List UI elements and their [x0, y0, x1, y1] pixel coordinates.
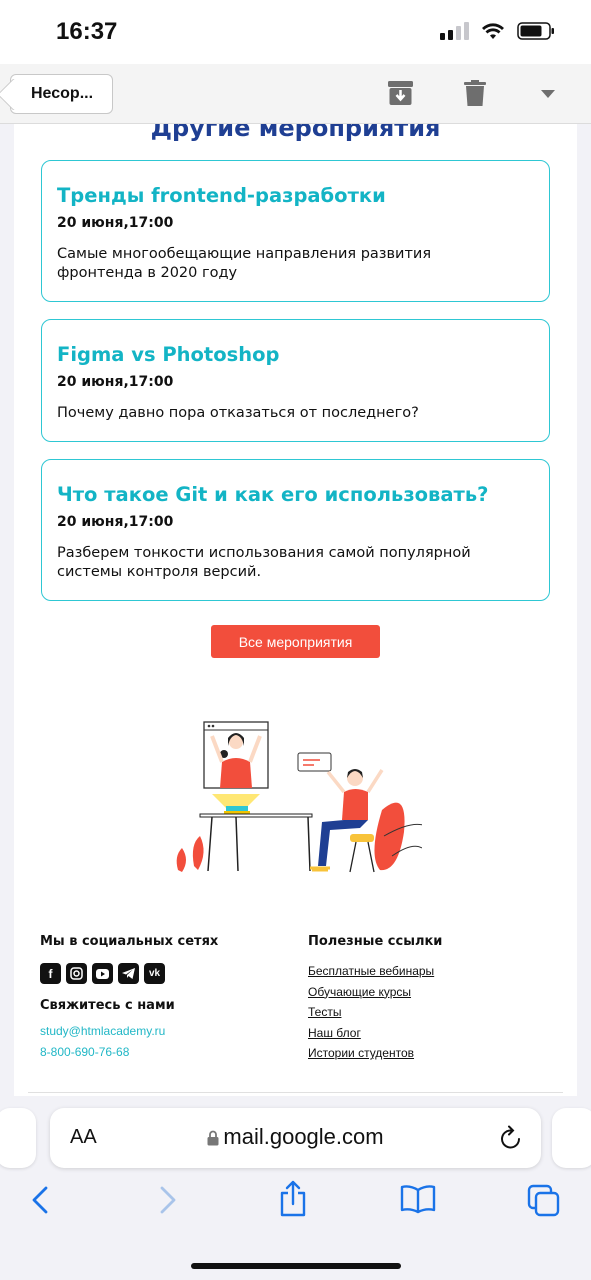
telegram-icon[interactable] [118, 963, 139, 984]
footer-social: Мы в социальных сетях f vk Свяжитесь с н… [40, 934, 218, 1063]
footer-link[interactable]: Бесплатные вебинары [308, 961, 442, 982]
home-indicator [191, 1263, 401, 1269]
email-body: Другие мероприятия Тренды frontend-разра… [14, 124, 577, 1096]
trash-icon[interactable] [464, 80, 486, 107]
back-arrow-icon[interactable] [30, 1184, 50, 1216]
contact-email-link[interactable]: study@htmlacademy.ru [40, 1021, 218, 1042]
section-title: Другие мероприятия [150, 124, 441, 142]
dropdown-icon[interactable] [541, 90, 555, 99]
event-description: Самые многообещающие направления развити… [57, 246, 432, 281]
address-bar[interactable]: AA mail.google.com [50, 1108, 541, 1168]
event-date: 20 июня,17:00 [57, 514, 174, 530]
back-button[interactable]: Несор... [10, 74, 113, 114]
links-heading: Полезные ссылки [308, 934, 443, 949]
url-display[interactable]: mail.google.com [50, 1124, 541, 1150]
clock: 16:37 [56, 18, 118, 45]
footer-link[interactable]: Наш блог [308, 1023, 442, 1044]
forward-arrow-icon[interactable] [158, 1184, 178, 1216]
status-icons [440, 22, 555, 40]
tabs-icon[interactable] [527, 1184, 561, 1218]
event-title[interactable]: Что такое Git и как его использовать? [57, 482, 535, 508]
event-description: Разберем тонкости использования самой по… [57, 545, 471, 580]
browser-nav [0, 1180, 591, 1224]
event-card[interactable]: Figma vs Photoshop 20 июня,17:00 Почему … [41, 319, 550, 442]
event-title[interactable]: Тренды frontend-разработки [57, 183, 535, 209]
social-icons: f vk [40, 963, 218, 984]
event-card[interactable]: Что такое Git и как его использовать? 20… [41, 459, 550, 601]
next-tab[interactable] [552, 1108, 591, 1168]
youtube-icon[interactable] [92, 963, 113, 984]
status-bar: 16:37 [0, 0, 591, 64]
facebook-icon[interactable]: f [40, 963, 61, 984]
footer-divider [28, 1092, 563, 1093]
bookmarks-icon[interactable] [400, 1184, 436, 1214]
wifi-icon [482, 23, 504, 39]
event-description: Почему давно пора отказаться от последне… [57, 405, 419, 421]
footer-link[interactable]: Истории студентов [308, 1043, 442, 1064]
footer-link[interactable]: Тесты [308, 1002, 442, 1023]
event-card[interactable]: Тренды frontend-разработки 20 июня,17:00… [41, 160, 550, 302]
battery-icon [517, 22, 554, 40]
event-date: 20 июня,17:00 [57, 374, 174, 390]
cellular-signal-icon [440, 22, 469, 40]
previous-tab[interactable] [0, 1108, 36, 1168]
url-text: mail.google.com [223, 1124, 384, 1149]
all-events-button[interactable]: Все мероприятия [211, 625, 380, 658]
contact-heading: Свяжитесь с нами [40, 998, 175, 1013]
safari-toolbar: AA mail.google.com [0, 1096, 591, 1280]
event-title[interactable]: Figma vs Photoshop [57, 342, 535, 368]
social-heading: Мы в социальных сетях [40, 934, 219, 949]
instagram-icon[interactable] [66, 963, 87, 984]
webinar-illustration [176, 721, 422, 873]
archive-icon[interactable] [387, 80, 414, 107]
reload-icon[interactable] [499, 1125, 523, 1151]
lock-icon [207, 1130, 219, 1146]
event-date: 20 июня,17:00 [57, 215, 174, 231]
back-button-label: Несор... [31, 85, 94, 102]
mail-toolbar: Несор... [0, 64, 591, 124]
vk-icon[interactable]: vk [144, 963, 165, 984]
share-icon[interactable] [278, 1180, 308, 1218]
footer-links: Полезные ссылки Бесплатные вебинары Обуч… [308, 934, 442, 1064]
footer-link[interactable]: Обучающие курсы [308, 982, 442, 1003]
contact-phone-link[interactable]: 8-800-690-76-68 [40, 1042, 218, 1063]
